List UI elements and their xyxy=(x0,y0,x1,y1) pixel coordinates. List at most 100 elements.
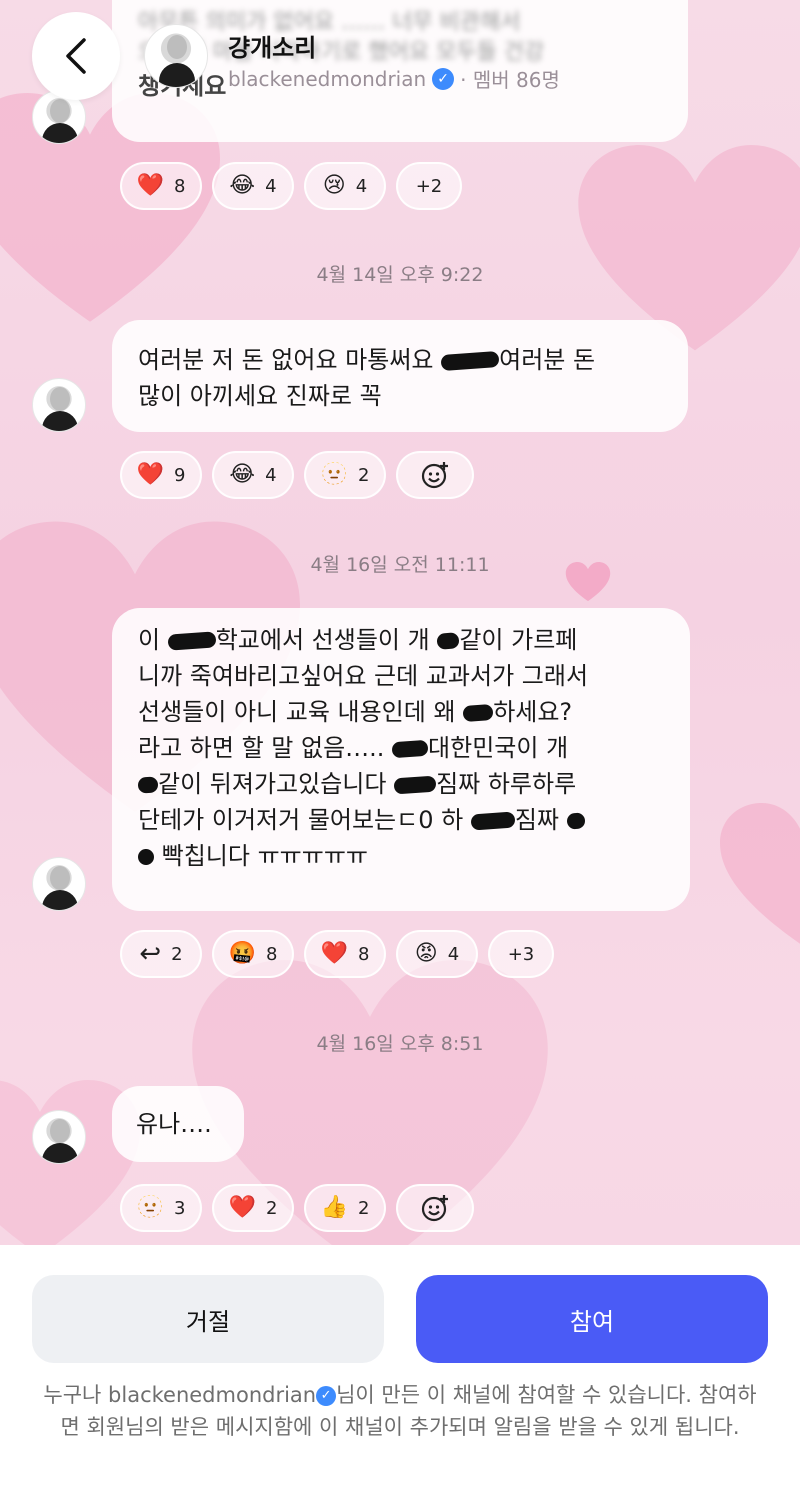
joy-icon: 😂 xyxy=(229,173,256,198)
reaction-count: 2 xyxy=(357,1197,370,1219)
reaction-count: 8 xyxy=(173,175,186,197)
message-text: 선생들이 아니 교육 내용인데 왜 하세요? xyxy=(138,694,664,730)
message-bubble: 여러분 저 돈 없어요 마통써요 여러분 돈 많이 아끼세요 진짜로 꼭 xyxy=(112,320,688,432)
verified-icon: ✓ xyxy=(432,67,455,90)
join-panel: 거절 참여 누구나 blackenedmondrian ✓ 님이 만든 이 채널에 … xyxy=(0,1245,800,1502)
reaction-heart[interactable]: ❤️ 2 xyxy=(212,1184,294,1232)
message-text: 유나…. xyxy=(136,1110,212,1138)
heart-icon: ❤️ xyxy=(320,941,348,966)
reaction-count: 9 xyxy=(173,464,186,486)
redaction-scribble xyxy=(440,350,500,372)
reactions-row: 🫥 3 ❤️ 2 👍 2 xyxy=(120,1184,474,1232)
reaction-count: +2 xyxy=(415,175,443,197)
text-span: 짐짜 xyxy=(514,806,567,834)
reaction-count: 8 xyxy=(265,943,278,965)
reaction-count: 4 xyxy=(355,175,368,197)
reaction-more[interactable]: +2 xyxy=(396,162,462,210)
reaction-count: 8 xyxy=(357,943,370,965)
join-button[interactable]: 참여 xyxy=(416,1275,768,1363)
reaction-reply[interactable]: ↩ 2 xyxy=(120,930,202,978)
message-text: 빡칩니다 ㅠㅠㅠㅠㅠ xyxy=(137,838,664,874)
text-span: 하세요? xyxy=(493,698,573,726)
redaction-scribble xyxy=(566,812,586,830)
message-text: 이 학교에서 선생들이 개 같이 가르페 xyxy=(138,622,664,658)
text-span: 선생들이 아니 교육 내용인데 왜 xyxy=(138,698,464,726)
reaction-count: 2 xyxy=(357,464,370,486)
message-bubble: 유나…. xyxy=(112,1086,244,1162)
avatar[interactable] xyxy=(32,857,86,911)
reaction-count: 4 xyxy=(265,464,277,486)
cursing-icon: 🤬 xyxy=(228,941,256,966)
join-info-text: 누구나 blackenedmondrian ✓ 님이 만든 이 채널에 참여할 수 … xyxy=(36,1379,764,1443)
thumbs-up-icon: 👍 xyxy=(320,1195,348,1220)
blurred-text: 아무튼 의미가 없어요 …… 너무 비관해서 xyxy=(138,10,521,35)
reactions-row: ❤️ 9 😂 4 🫥 2 xyxy=(120,451,474,499)
reaction-thumbs-up[interactable]: 👍 2 xyxy=(304,1184,386,1232)
member-count: · 멤버 86명 xyxy=(460,68,560,92)
reaction-face[interactable]: 🫥 3 xyxy=(120,1184,202,1232)
channel-avatar[interactable] xyxy=(144,24,208,88)
reaction-count: 4 xyxy=(265,175,277,197)
add-reaction-icon xyxy=(421,462,448,489)
heart-decoration xyxy=(720,800,800,950)
message-bubble: 이 학교에서 선생들이 개 같이 가르페 니까 죽여바리고싶어요 근데 교과서가… xyxy=(112,608,690,911)
text-span: 단테가 이거저거 물어보는ㄷ0 하 xyxy=(138,806,471,834)
reaction-count: 2 xyxy=(265,1197,278,1219)
add-reaction-button[interactable] xyxy=(396,451,474,499)
channel-subtitle: blackenedmondrian ✓ · 멤버 86명 xyxy=(228,64,560,93)
text-span: 대한민국이 개 xyxy=(428,734,569,762)
message-text: 여러분 저 돈 없어요 마통써요 여러분 돈 xyxy=(138,342,662,378)
redaction-scribble xyxy=(137,848,155,866)
redaction-scribble xyxy=(436,632,460,650)
reaction-face[interactable]: 🫥 2 xyxy=(304,451,386,499)
message-text: 라고 하면 할 말 없음….. 대한민국이 개 xyxy=(138,730,664,766)
timestamp: 4월 16일 오후 8:51 xyxy=(316,1033,484,1055)
text-span: 같이 뒤져가고있습니다 xyxy=(158,770,395,798)
face-icon: 🫥 xyxy=(136,1195,164,1220)
text-span: 빡칩니다 ㅠㅠㅠㅠㅠ xyxy=(161,842,368,870)
avatar[interactable] xyxy=(32,1110,86,1164)
avatar[interactable] xyxy=(32,378,86,432)
reaction-joy[interactable]: 😂 4 xyxy=(212,451,294,499)
redaction-scribble xyxy=(393,775,437,795)
reaction-cursing[interactable]: 🤬 8 xyxy=(212,930,294,978)
joy-icon: 😂 xyxy=(229,462,256,487)
back-button[interactable] xyxy=(32,12,120,100)
redaction-scribble xyxy=(167,631,217,651)
reaction-cry[interactable]: 😢 4 xyxy=(304,162,386,210)
chevron-left-icon xyxy=(66,38,86,74)
reaction-heart[interactable]: ❤️ 9 xyxy=(120,451,202,499)
cry-icon: 😢 xyxy=(322,173,346,198)
message-text: 단테가 이거저거 물어보는ㄷ0 하 짐짜 xyxy=(138,802,664,838)
timestamp: 4월 16일 오전 11:11 xyxy=(310,554,490,576)
reaction-joy[interactable]: 😂 4 xyxy=(212,162,294,210)
reactions-row: ❤️ 8 😂 4 😢 4 +2 xyxy=(120,162,462,210)
redaction-scribble xyxy=(470,811,516,831)
reaction-more[interactable]: +3 xyxy=(488,930,554,978)
add-reaction-icon xyxy=(421,1195,448,1222)
text-span: 누구나 blackenedmondrian xyxy=(43,1383,317,1407)
heart-icon: ❤️ xyxy=(136,462,164,487)
reply-icon: ↩ xyxy=(139,939,162,969)
channel-owner: blackenedmondrian xyxy=(228,66,427,91)
redaction-scribble xyxy=(137,776,159,794)
text-span: 학교에서 선생들이 개 xyxy=(215,626,438,654)
text-span: 이 xyxy=(138,626,168,654)
heart-icon: ❤️ xyxy=(228,1195,256,1220)
reaction-count: +3 xyxy=(507,943,535,965)
reaction-angry[interactable]: 😡 4 xyxy=(396,930,478,978)
angry-icon: 😡 xyxy=(414,941,438,966)
reaction-count: 3 xyxy=(173,1197,186,1219)
timestamp: 4월 14일 오후 9:22 xyxy=(316,264,484,286)
reaction-heart[interactable]: ❤️ 8 xyxy=(120,162,202,210)
reaction-count: 2 xyxy=(171,943,183,965)
channel-title: 걍개소리 xyxy=(228,34,317,62)
message-text: 많이 아끼세요 진짜로 꼭 xyxy=(138,382,382,410)
decline-button[interactable]: 거절 xyxy=(32,1275,384,1363)
redaction-scribble xyxy=(391,739,429,759)
text-span: 같이 가르페 xyxy=(459,626,578,654)
heart-icon: ❤️ xyxy=(136,173,164,198)
add-reaction-button[interactable] xyxy=(396,1184,474,1232)
message-text: 같이 뒤져가고있습니다 짐짜 하루하루 xyxy=(137,766,664,802)
reaction-heart[interactable]: ❤️ 8 xyxy=(304,930,386,978)
